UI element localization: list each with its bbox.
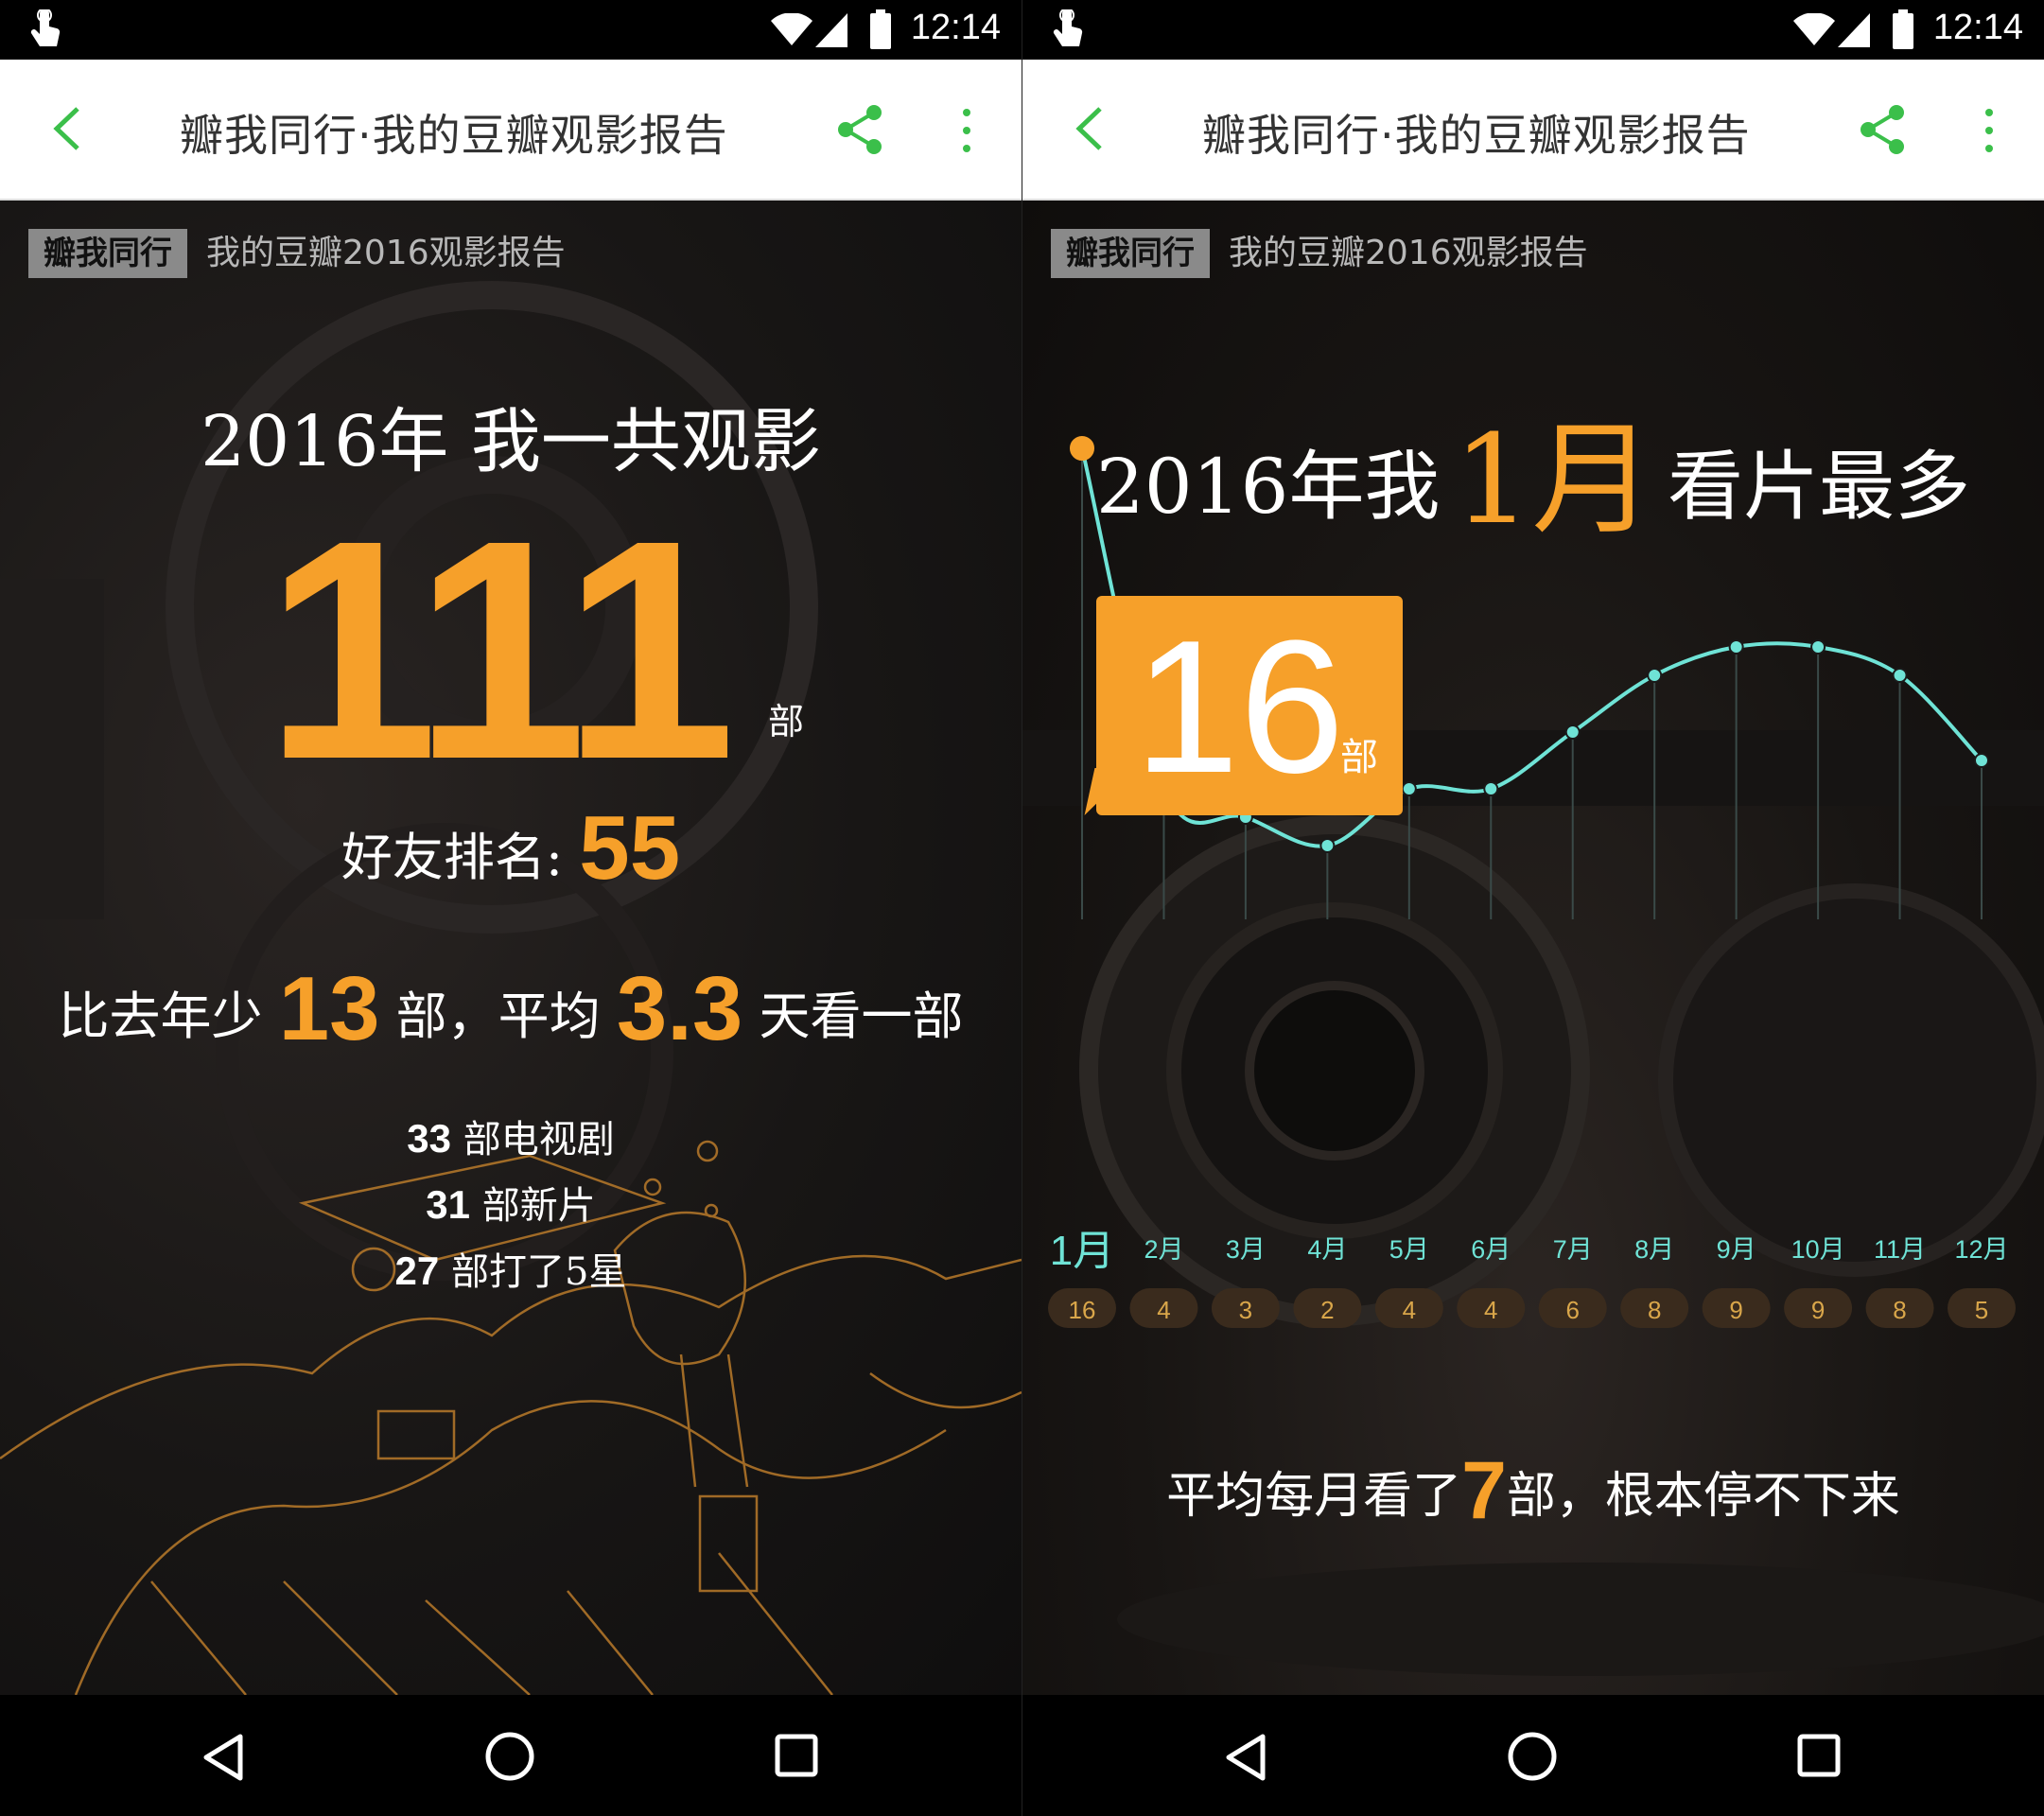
month-label: 4月 (1307, 1235, 1347, 1264)
share-icon[interactable] (1857, 103, 1908, 156)
month-label: 9月 (1717, 1235, 1756, 1264)
compare-suffix: 天看一部 (759, 987, 964, 1046)
month-label: 12月 (1954, 1235, 2008, 1264)
data-point-10月 (1810, 639, 1826, 655)
app-toolbar: 瓣我同行·我的豆瓣观影报告 (0, 60, 1022, 201)
monthly-average: 7 (1461, 1445, 1507, 1536)
monthly-footer: 平均每月看了7部，根本停不下来 (1022, 1444, 2044, 1538)
nav-home-icon[interactable] (484, 1731, 535, 1782)
friend-rank-line: 好友排名: 55 (0, 796, 1022, 900)
stat-label: 部新片 (481, 1184, 596, 1228)
wifi-icon (1793, 13, 1835, 45)
nav-back-icon[interactable] (201, 1733, 246, 1782)
month-label: 5月 (1389, 1235, 1429, 1264)
data-point-1月 (1070, 436, 1094, 461)
touch-icon (1053, 9, 1083, 46)
nav-back-icon[interactable] (1223, 1733, 1268, 1782)
nav-recents-icon[interactable] (1796, 1733, 1842, 1778)
report-subtitle: 我的豆瓣2016观影报告 (206, 234, 566, 272)
battery-icon (1893, 9, 1913, 49)
status-time: 12:14 (1932, 8, 2023, 47)
month-label: 1月 (1050, 1228, 1114, 1274)
data-point-6月 (1483, 781, 1499, 796)
page-title: 瓣我同行·我的豆瓣观影报告 (180, 110, 728, 161)
data-point-5月 (1401, 781, 1417, 796)
nav-home-icon[interactable] (1507, 1731, 1558, 1782)
wifi-icon (771, 13, 812, 45)
battery-icon (870, 9, 891, 49)
stat-tv-series: 33 部电视剧 (0, 1109, 1022, 1163)
data-point-4月 (1319, 838, 1336, 853)
status-time: 12:14 (910, 8, 1001, 47)
status-bar: 12:14 (0, 0, 1022, 60)
footer-suffix: 部，根本停不下来 (1506, 1468, 1900, 1525)
average-days-value: 3.3 (616, 958, 743, 1059)
month-label: 6月 (1471, 1235, 1511, 1264)
value-label: 9 (1811, 1296, 1825, 1324)
rank-label: 好友排名: (341, 828, 564, 887)
channel-tag: 瓣我同行 (28, 229, 187, 278)
month-label: 7月 (1553, 1235, 1593, 1264)
left-screen: 12:14 瓣我同行·我的豆瓣观影报告 瓣我同行 我的豆瓣2016观影报告 20… (0, 0, 1022, 1816)
value-label: 2 (1320, 1296, 1334, 1324)
data-point-12月 (1974, 753, 1989, 768)
month-label: 11月 (1874, 1235, 1926, 1264)
stat-value: 31 (426, 1182, 470, 1227)
compare-value: 13 (278, 958, 380, 1059)
value-label: 4 (1403, 1296, 1416, 1324)
value-label: 6 (1565, 1296, 1579, 1324)
data-point-11月 (1892, 668, 1908, 683)
value-label: 16 (1069, 1296, 1096, 1324)
report-card-summary: 瓣我同行 我的豆瓣2016观影报告 2016年 我一共观影 111 部 好友排名… (0, 201, 1022, 1695)
month-label: 10月 (1791, 1235, 1845, 1264)
total-unit: 部 (768, 701, 805, 742)
month-label: 8月 (1634, 1235, 1674, 1264)
stat-label: 部打了5星 (450, 1250, 627, 1294)
value-label: 9 (1729, 1296, 1742, 1324)
more-options-icon[interactable] (1978, 107, 2000, 154)
value-label: 8 (1893, 1296, 1906, 1324)
system-nav-bar (0, 1695, 1022, 1816)
signal-icon (1838, 13, 1870, 47)
signal-icon (815, 13, 847, 47)
status-bar: 12:14 (1022, 0, 2044, 60)
page-title: 瓣我同行·我的豆瓣观影报告 (1202, 110, 1751, 161)
peak-unit: 部 (1340, 736, 1378, 779)
stat-value: 33 (407, 1116, 451, 1161)
share-icon[interactable] (834, 103, 885, 156)
value-label: 4 (1484, 1296, 1497, 1324)
value-label: 8 (1648, 1296, 1661, 1324)
back-arrow-icon[interactable] (49, 105, 87, 152)
stat-five-star: 27 部打了5星 (0, 1241, 1022, 1296)
footer-prefix: 平均每月看了 (1166, 1468, 1462, 1525)
peak-callout: 16 部 (1096, 596, 1403, 815)
compare-mid: 部，平均 (395, 987, 601, 1046)
back-arrow-icon[interactable] (1072, 105, 1109, 152)
total-count: 111 (265, 475, 736, 824)
summary-heading: 2016年 我一共观影 (201, 401, 821, 482)
data-point-8月 (1647, 668, 1663, 683)
peak-value: 16 (1134, 602, 1345, 812)
month-label: 3月 (1226, 1235, 1266, 1264)
value-label: 3 (1239, 1296, 1252, 1324)
rank-value: 55 (579, 797, 681, 899)
compare-prefix: 比去年少 (58, 987, 263, 1046)
stat-label: 部电视剧 (463, 1118, 615, 1161)
touch-icon (30, 9, 61, 46)
right-screen: 12:14 瓣我同行·我的豆瓣观影报告 瓣我同行 我的豆瓣2016观影报告 20… (1022, 0, 2044, 1816)
nav-recents-icon[interactable] (774, 1733, 819, 1778)
system-nav-bar (1022, 1695, 2044, 1816)
stat-new-films: 31 部新片 (0, 1175, 1022, 1230)
more-options-icon[interactable] (955, 107, 978, 154)
stat-value: 27 (394, 1248, 440, 1293)
app-toolbar: 瓣我同行·我的豆瓣观影报告 (1022, 60, 2044, 201)
data-point-9月 (1728, 639, 1744, 655)
value-label: 4 (1157, 1296, 1170, 1324)
data-point-7月 (1564, 725, 1581, 740)
month-label: 2月 (1144, 1235, 1183, 1264)
value-label: 5 (1975, 1296, 1988, 1324)
compare-line: 比去年少 13 部，平均 3.3 天看一部 (0, 957, 1022, 1061)
report-card-monthly: 瓣我同行 我的豆瓣2016观影报告 2016年我 1月 看片最多 1月 16 2月 4 3月… (1022, 201, 2044, 1695)
